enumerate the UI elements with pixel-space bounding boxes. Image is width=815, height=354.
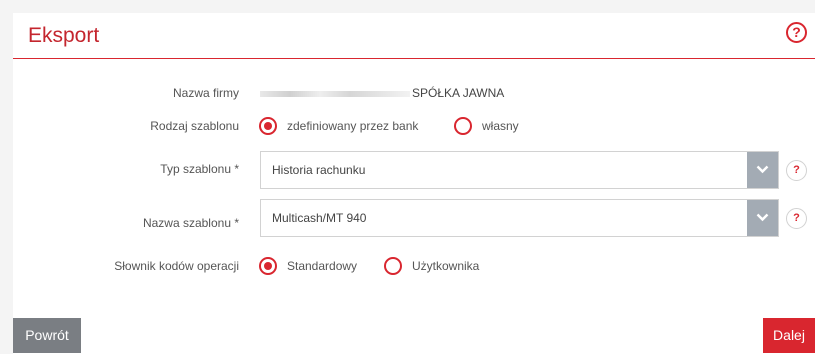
back-button[interactable]: Powrót <box>13 318 81 353</box>
company-name-suffix: SPÓŁKA JAWNA <box>412 86 505 100</box>
radio-standard[interactable] <box>259 257 277 275</box>
company-name-redacted <box>260 90 410 97</box>
panel-header: Eksport ? <box>13 13 815 59</box>
company-name-value: SPÓŁKA JAWNA <box>260 86 504 100</box>
dictionary-label: Słownik kodów operacji <box>114 259 239 273</box>
company-label: Nazwa firmy <box>172 86 239 100</box>
help-icon[interactable]: ? <box>786 22 807 43</box>
chevron-down-icon <box>756 165 769 174</box>
template-type-help-icon[interactable]: ? <box>786 160 807 181</box>
template-kind-label: Rodzaj szablonu <box>150 119 239 133</box>
page-title: Eksport <box>28 24 100 47</box>
template-name-help-icon[interactable]: ? <box>786 208 807 229</box>
radio-user-label[interactable]: Użytkownika <box>412 259 479 273</box>
radio-user[interactable] <box>384 257 402 275</box>
header-divider <box>13 58 815 59</box>
chevron-down-icon <box>756 213 769 222</box>
template-name-label: Nazwa szablonu * <box>142 216 239 230</box>
next-button[interactable]: Dalej <box>763 318 815 353</box>
template-type-label: Typ szablonu * <box>160 162 239 176</box>
export-panel: Eksport ? Nazwa firmy SPÓŁKA JAWNA Rodza… <box>13 13 815 354</box>
radio-standard-label[interactable]: Standardowy <box>287 259 357 273</box>
radio-bank-defined-label[interactable]: zdefiniowany przez bank <box>287 119 418 133</box>
radio-own[interactable] <box>454 117 472 135</box>
template-name-select[interactable]: Multicash/MT 940 <box>260 199 779 237</box>
template-type-select[interactable]: Historia rachunku <box>260 151 779 189</box>
template-name-dropdown-button[interactable] <box>747 200 778 236</box>
radio-bank-defined[interactable] <box>259 117 277 135</box>
radio-own-label[interactable]: własny <box>482 119 519 133</box>
template-name-value: Multicash/MT 940 <box>272 211 367 225</box>
template-type-dropdown-button[interactable] <box>747 152 778 188</box>
template-type-value: Historia rachunku <box>272 163 366 177</box>
